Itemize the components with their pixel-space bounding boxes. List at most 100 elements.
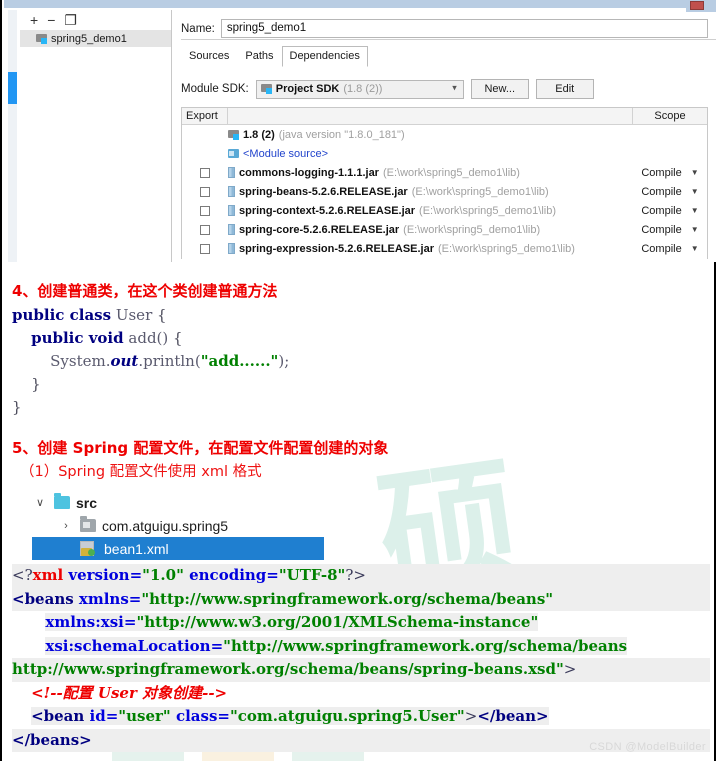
section-5-heading: 5、创建 Spring 配置文件，在配置文件配置创建的对象 [12,439,389,457]
sdk-icon [260,84,272,94]
project-file-tree: ∨ src › com.atguigu.spring5 bean1.xml [32,491,332,560]
java-stmt-end: ); [278,352,290,370]
dialog-titlebar [4,0,716,8]
tree-item-bean1-xml[interactable]: bean1.xml [32,537,324,560]
chevron-down-icon[interactable]: ▼ [691,225,699,234]
dependency-name: <Module source> [243,147,328,160]
chevron-down-icon[interactable]: ▼ [691,206,699,215]
jar-icon [228,186,235,197]
tab-dependencies[interactable]: Dependencies [281,46,368,67]
xml-tag-beans: <beans [12,589,74,608]
xml-val-schemalocation: "http://www.springframework.org/schema/b… [223,636,628,655]
package-folder-icon [80,516,96,532]
remove-module-icon[interactable]: − [47,13,55,27]
table-row[interactable]: 1.8 (2) (java version "1.8.0_181") [182,125,707,144]
page-scrollbar-thumb[interactable] [8,72,17,104]
java-brace-open-1: { [157,306,167,324]
dependency-path: (E:\work\spring5_demo1\lib) [438,242,575,255]
scope-cell[interactable]: Compile ▼ [633,205,707,217]
name-input[interactable]: spring5_demo1 [220,19,708,38]
table-row[interactable]: spring-expression-5.2.6.RELEASE.jar (E:\… [182,239,707,258]
chevron-down-icon[interactable]: ▼ [691,168,699,177]
page-scrollbar[interactable] [8,10,17,262]
xml-tag-bean-close: </bean> [477,707,549,725]
java-brace-close-1: } [31,375,41,393]
xml-bean-gt: > [464,707,478,725]
table-row[interactable]: <Module source> [182,144,707,163]
tree-item-src[interactable]: ∨ src [32,491,332,514]
column-header-name [228,108,633,124]
table-row[interactable]: spring-core-5.2.6.RELEASE.jar (E:\work\s… [182,220,707,239]
export-cell[interactable] [182,243,228,254]
xml-line-schemalocation: xsi:schemaLocation="http://www.springfra… [12,635,710,659]
xml-val-schemalocation-cont: http://www.springframework.org/schema/be… [12,660,564,678]
edit-sdk-button[interactable]: Edit [535,79,594,99]
name-row: Name: spring5_demo1 [173,16,716,41]
chevron-down-icon[interactable]: ▼ [691,244,699,253]
xml-line-xmlns-xsi: xmlns:xsi="http://www.w3.org/2001/XMLSch… [12,611,710,635]
xml-beans-gt: > [563,660,577,678]
scope-cell[interactable]: Compile ▼ [633,243,707,255]
dependency-name-cell: commons-logging-1.1.1.jar (E:\work\sprin… [228,167,633,179]
xml-attr-encoding: encoding= [183,566,279,584]
copy-module-icon[interactable]: ❐ [64,13,77,27]
scope-value: Compile [641,185,682,198]
scope-cell[interactable]: Compile ▼ [633,186,707,198]
export-checkbox[interactable] [200,243,210,254]
chevron-down-icon[interactable]: ∨ [32,496,48,509]
add-module-icon[interactable]: + [30,13,38,27]
scope-cell[interactable]: Compile ▼ [633,167,707,179]
export-cell[interactable] [182,167,228,178]
xml-val-id: "user" [118,707,171,725]
tree-item-package[interactable]: › com.atguigu.spring5 [32,514,332,537]
java-class-name: User [111,306,158,324]
export-checkbox[interactable] [200,186,210,197]
chevron-down-icon[interactable]: ▼ [691,187,699,196]
module-sdk-label: Module SDK: [181,83,249,95]
module-detail-pane: Name: spring5_demo1 Sources Paths Depend… [173,10,716,262]
table-row[interactable]: spring-context-5.2.6.RELEASE.jar (E:\wor… [182,201,707,220]
titlebar-right-area [686,0,716,12]
java-system: System. [50,352,111,370]
java-kw-public-void: public void [31,329,124,347]
export-cell[interactable] [182,186,228,197]
scope-value: Compile [641,204,682,217]
dependency-name-cell: spring-beans-5.2.6.RELEASE.jar (E:\work\… [228,186,633,198]
tab-paths[interactable]: Paths [237,46,282,67]
export-cell[interactable] [182,224,228,235]
project-structure-dialog: + − ❐ spring5_demo1 Name: spring5_demo1 … [4,0,716,262]
new-sdk-button[interactable]: New... [470,79,529,99]
table-row[interactable]: spring-beans-5.2.6.RELEASE.jar (E:\work\… [182,182,707,201]
module-sdk-combobox[interactable]: Project SDK (1.8 (2)) ▾ [255,79,464,99]
dependency-name: spring-expression-5.2.6.RELEASE.jar [239,242,435,255]
close-icon[interactable] [690,1,704,10]
xml-decl-open: <? [12,566,33,584]
xml-attr-schemalocation: xsi:schemaLocation= [45,636,224,655]
tree-item-label: com.atguigu.spring5 [102,517,229,534]
tab-sources[interactable]: Sources [181,46,238,67]
scope-cell[interactable]: Compile ▼ [633,224,707,236]
scope-value: Compile [641,242,682,255]
tree-item-label: src [76,494,98,511]
folder-open-icon [54,493,70,509]
export-checkbox[interactable] [200,167,210,178]
xml-decl-name: xml [32,566,64,584]
xml-line-comment: <!--配置 User 对象创建--> [12,682,710,706]
table-row[interactable]: commons-logging-1.1.1.jar (E:\work\sprin… [182,163,707,182]
dependency-name-cell: <Module source> [228,148,633,160]
java-code-block: public class User { public void add() { … [12,304,710,419]
export-checkbox[interactable] [200,205,210,216]
java-kw-public-class: public class [12,306,112,324]
java-println: .println( [138,352,201,370]
java-string-literal: "add......" [200,352,279,370]
chevron-down-icon: ▾ [452,82,457,93]
jar-icon [228,243,235,254]
chevron-right-icon[interactable]: › [58,520,74,532]
java-brace-close-2: } [12,398,22,416]
xml-decl-close: ?> [345,566,366,584]
module-list-item[interactable]: spring5_demo1 [20,30,171,47]
export-cell[interactable] [182,205,228,216]
export-checkbox[interactable] [200,224,210,235]
dependency-name: spring-beans-5.2.6.RELEASE.jar [239,185,408,198]
module-sdk-value: Project SDK [275,83,340,95]
